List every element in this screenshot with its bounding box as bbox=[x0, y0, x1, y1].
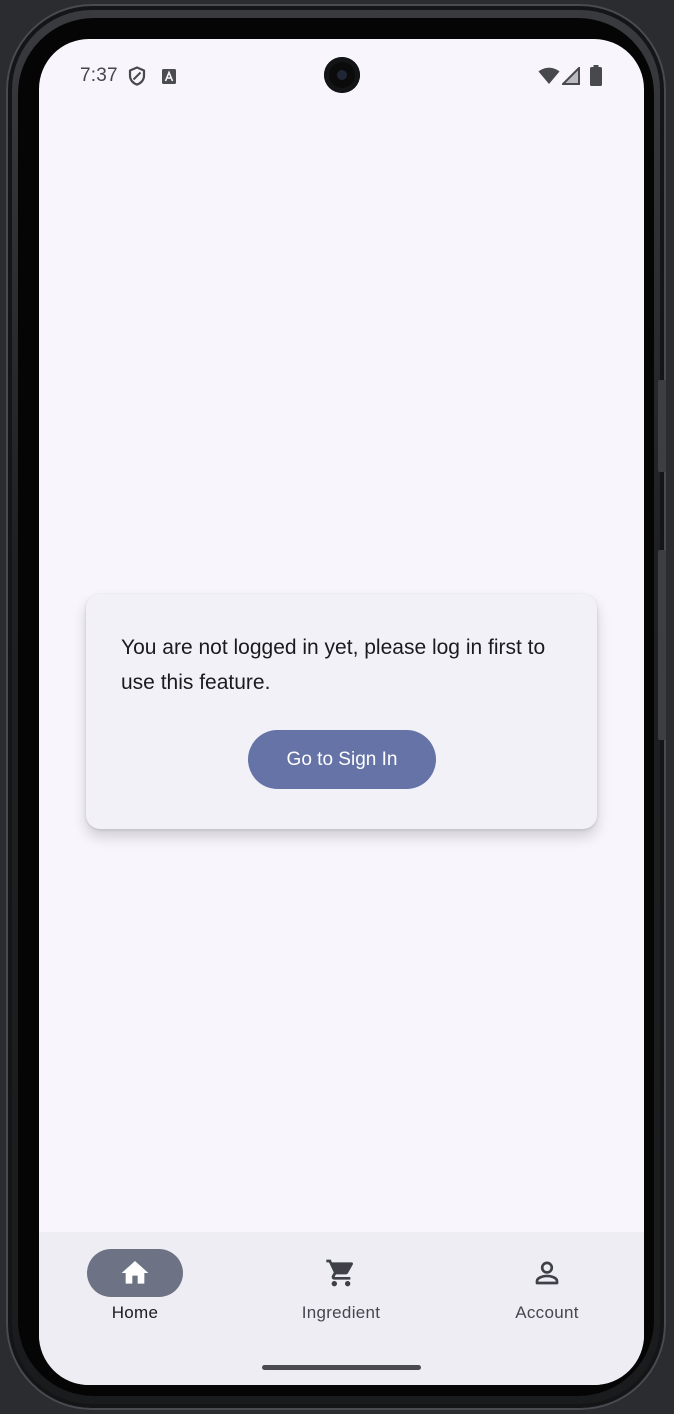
person-icon bbox=[535, 1261, 559, 1285]
go-to-sign-in-button[interactable]: Go to Sign In bbox=[248, 730, 436, 789]
front-camera bbox=[324, 57, 360, 93]
nav-item-account[interactable]: Account bbox=[467, 1249, 627, 1329]
app-screen: 7:37 You are not logged in yet, please l… bbox=[39, 39, 644, 1385]
login-required-card: You are not logged in yet, please log in… bbox=[86, 594, 597, 829]
nav-label-ingredient: Ingredient bbox=[301, 1303, 381, 1322]
shield-icon bbox=[128, 66, 146, 86]
power-button bbox=[658, 380, 666, 472]
phone-frame: 7:37 You are not logged in yet, please l… bbox=[6, 4, 666, 1410]
bottom-navigation-bar: Home Ingredient Account bbox=[39, 1232, 644, 1385]
home-icon bbox=[121, 1261, 149, 1284]
cart-icon bbox=[326, 1259, 353, 1287]
nav-item-ingredient[interactable]: Ingredient bbox=[261, 1249, 421, 1329]
keyboard-a-icon bbox=[162, 69, 176, 84]
nav-item-home[interactable]: Home bbox=[55, 1249, 215, 1329]
status-bar: 7:37 bbox=[39, 39, 644, 113]
cell-signal-icon bbox=[562, 67, 580, 85]
nav-label-home: Home bbox=[111, 1303, 159, 1322]
volume-button bbox=[658, 550, 666, 740]
nav-label-account: Account bbox=[515, 1303, 579, 1322]
gesture-navigation-handle[interactable] bbox=[262, 1365, 421, 1370]
wifi-icon bbox=[538, 67, 560, 84]
login-required-message: You are not logged in yet, please log in… bbox=[121, 636, 546, 694]
battery-icon bbox=[590, 65, 602, 86]
status-time: 7:37 bbox=[80, 65, 118, 86]
